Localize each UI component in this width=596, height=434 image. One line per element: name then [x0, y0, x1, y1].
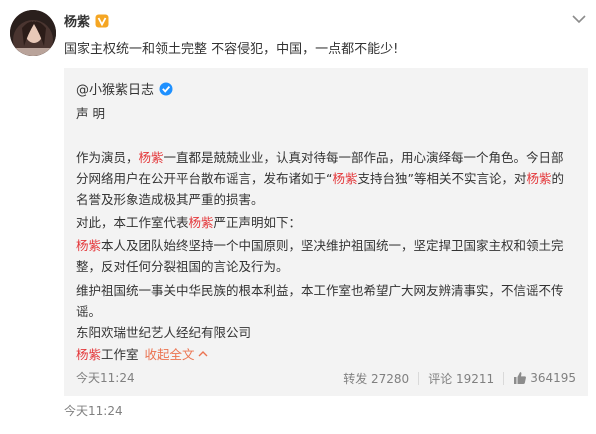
collapse-label[interactable]: 收起全文	[145, 344, 195, 363]
repost-timestamp[interactable]: 今天11:24	[76, 368, 135, 388]
divider	[418, 371, 420, 385]
like-button[interactable]: 364195	[513, 371, 576, 385]
name-highlight[interactable]: 杨紫	[76, 238, 101, 253]
text: 支持台独”等相关不实言论，对	[357, 171, 527, 186]
repost-actions: 转发 27280 评论 19211 364195	[343, 368, 576, 388]
post-text: 国家主权统一和领土完整 不容侵犯，中国，一点都不能少!	[64, 42, 399, 57]
avatar[interactable]	[10, 10, 56, 56]
post-author-name[interactable]: 杨紫	[64, 11, 90, 30]
verified-badge-icon	[159, 82, 173, 95]
text: 对此，本工作室代表	[76, 215, 189, 230]
avatar-photo	[10, 10, 56, 56]
statement-paragraph-1: 作为演员，杨紫一直都是兢兢业业，认真对待每一部作品，用心演绎每一个角色。今日部分…	[76, 147, 576, 210]
name-highlight[interactable]: 杨紫	[526, 171, 551, 186]
statement-paragraph-2: 对此，本工作室代表杨紫严正声明如下：	[76, 212, 576, 233]
repost-author-row: @小猴紫日志	[76, 79, 173, 98]
text: 本人及团队始终坚持一个中国原则，坚决维护祖国统一，坚定捍卫国家主权和领土完整，反…	[76, 238, 564, 274]
statement-paragraph-4: 维护祖国统一事关中华民族的根本利益，本工作室也希望广大网友辨清事实，不信谣不传谣…	[76, 283, 564, 319]
reposted-card[interactable]: @小猴紫日志 声 明 作为演员，杨紫一直都是兢兢业业，认真对待每一部作品，用心演…	[64, 68, 588, 396]
name-highlight[interactable]: 杨紫	[189, 215, 214, 230]
studio-name[interactable]: 杨紫	[76, 344, 101, 363]
statement-title: 声 明	[76, 106, 105, 121]
divider	[503, 371, 505, 385]
like-count: 364195	[530, 371, 576, 385]
repost-footer: 今天11:24 转发 27280 评论 19211 364195	[76, 368, 576, 388]
vip-badge-icon	[95, 14, 109, 27]
chevron-down-icon[interactable]	[572, 14, 586, 24]
studio-row: 杨紫 工作室 收起全文	[76, 344, 208, 363]
statement-paragraph-3: 杨紫本人及团队始终坚持一个中国原则，坚决维护祖国统一，坚定捍卫国家主权和领土完整…	[76, 235, 576, 277]
name-highlight[interactable]: 杨紫	[332, 171, 357, 186]
repost-author-name[interactable]: @小猴紫日志	[76, 79, 154, 98]
text: 作为演员，	[76, 150, 139, 165]
post-author-row: 杨紫	[64, 11, 109, 30]
name-highlight[interactable]: 杨紫	[139, 150, 164, 165]
collapse-full-text-link[interactable]: 收起全文	[145, 344, 208, 363]
text: 严正声明如下：	[213, 215, 302, 230]
post-timestamp[interactable]: 今天11:24	[64, 402, 123, 419]
repost-count-button[interactable]: 转发 27280	[343, 370, 409, 387]
comment-count-button[interactable]: 评论 19211	[428, 370, 494, 387]
studio-suffix: 工作室	[101, 347, 139, 362]
company-name: 东阳欢瑞世纪艺人经纪有限公司	[76, 325, 252, 340]
thumbs-up-icon	[514, 372, 527, 384]
chevron-up-icon	[198, 351, 208, 357]
